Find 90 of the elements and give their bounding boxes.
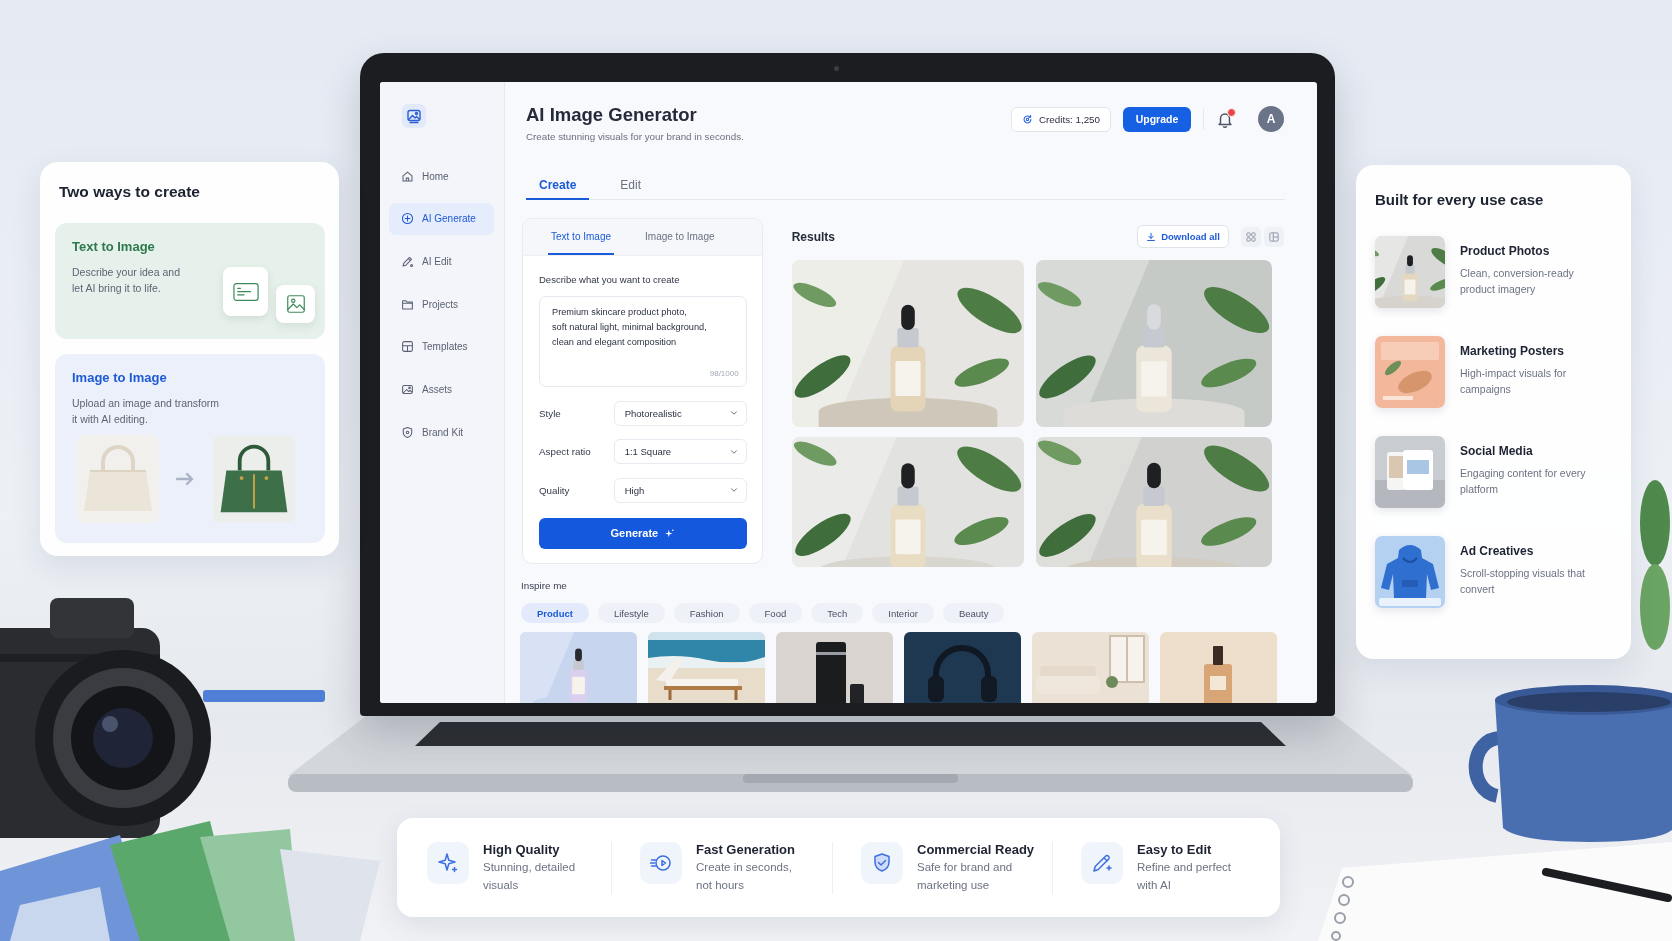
category-chip[interactable]: Lifestyle <box>597 603 665 623</box>
tab[interactable]: Image to Image <box>642 219 718 255</box>
feature-title: High Quality <box>483 841 561 858</box>
pencil-icon <box>401 254 414 268</box>
field-label: Quality <box>539 484 570 496</box>
feature-description: Refine and perfect with AI <box>1137 859 1232 893</box>
sparkle-icon <box>427 841 469 884</box>
sparkle-icon <box>664 527 676 539</box>
grid-icon <box>401 340 414 354</box>
bottle-photo[interactable] <box>791 260 1024 427</box>
bottle-photo[interactable] <box>1035 437 1272 567</box>
use-case-description: Scroll-stopping visuals that convert <box>1460 566 1586 597</box>
use-case-description: Engaging content for every platform <box>1460 466 1587 497</box>
shield-check-icon <box>861 841 903 884</box>
use-case-title: Product Photos <box>1460 244 1551 259</box>
devices-photo <box>1375 436 1445 508</box>
download-button[interactable]: Download all <box>1137 225 1229 248</box>
download-icon <box>1146 231 1157 242</box>
perfume-photo[interactable] <box>1160 632 1277 703</box>
use-case-description: Clean, conversion-ready product imagery <box>1460 266 1575 297</box>
feature-description: Safe for brand and marketing use <box>917 859 1014 893</box>
field-label: Aspect ratio <box>539 446 591 457</box>
page-subtitle: Create stunning visuals for your brand in seconds. <box>526 131 744 143</box>
sidebar-item[interactable]: Home <box>389 160 494 192</box>
field-label: Style <box>539 407 561 419</box>
category-chip[interactable]: Food <box>748 603 803 623</box>
sidebar-item[interactable]: AI Edit <box>389 245 494 278</box>
feature-title: Commercial Ready <box>917 841 1035 858</box>
prompt-label: Describe what you want to create <box>539 274 681 286</box>
home-icon <box>401 169 414 183</box>
plus-circle-icon <box>401 212 414 226</box>
sidebar-item[interactable]: Assets <box>389 373 494 406</box>
prompt-field[interactable]: Premium skincare product photo, soft natural light, minimal background, clean and elegant composition 98/1000 <box>539 296 747 387</box>
logo-icon[interactable] <box>402 104 426 128</box>
mode-title: Text to Image <box>72 239 156 255</box>
use-case-title: Marketing Posters <box>1460 344 1566 359</box>
chevron-icon <box>728 408 739 418</box>
category-chip[interactable]: Product <box>521 603 589 623</box>
feature-title: Fast Generation <box>696 841 796 858</box>
section-label: Inspire me <box>521 580 568 592</box>
webcam-icon <box>834 66 839 71</box>
category-chip[interactable]: Beauty <box>942 603 1005 623</box>
fast-clock-icon <box>640 841 682 884</box>
chevron-icon <box>728 485 739 495</box>
beach-photo[interactable] <box>648 632 765 703</box>
category-chip[interactable]: Interior <box>872 603 934 623</box>
feature-description: Create in seconds, not hours <box>696 859 793 893</box>
bottle-photo[interactable] <box>1035 260 1272 427</box>
dropdown[interactable]: 1:1 Square <box>613 439 747 464</box>
sidebar-item[interactable]: Templates <box>389 330 494 363</box>
tumbler-photo[interactable] <box>776 632 893 703</box>
credits-button[interactable]: Credits: 1,250 <box>1011 106 1111 132</box>
use-case-title: Social Media <box>1460 444 1534 459</box>
dropdown[interactable]: Photorealistic <box>613 400 747 426</box>
mode-description: Describe your idea and let AI bring it to life. <box>72 265 181 296</box>
card-title: Built for every use case <box>1375 190 1545 210</box>
sidebar-item[interactable]: AI Generate <box>389 202 494 235</box>
mode-title: Image to Image <box>72 370 168 386</box>
mode-description: Upload an image and transform it with AI editing. <box>72 396 221 427</box>
image-icon <box>276 285 315 323</box>
text-card-icon <box>223 267 268 316</box>
category-chip[interactable]: Fashion <box>673 603 740 623</box>
dropdown[interactable]: High <box>613 477 747 503</box>
sidebar-item[interactable]: Brand Kit <box>389 416 494 449</box>
use-case-description: High-impact visuals for campaigns <box>1460 366 1568 397</box>
sidebar-item[interactable]: Projects <box>389 288 494 321</box>
upgrade-button[interactable]: Upgrade <box>1123 106 1191 132</box>
feature-title: Easy to Edit <box>1137 841 1213 858</box>
character-count: 98/1000 <box>709 369 739 379</box>
poster-photo <box>1375 336 1445 408</box>
feature-description: Stunning, detailed visuals <box>483 859 577 893</box>
category-chip[interactable]: Tech <box>811 603 864 623</box>
bottle-photo[interactable] <box>791 437 1024 567</box>
bottle-photo <box>1375 236 1445 308</box>
credits-icon <box>1022 113 1033 125</box>
folder-icon <box>401 297 414 311</box>
results-title: Results <box>791 229 837 244</box>
tab[interactable]: Create <box>526 172 590 200</box>
page-title: AI Image Generator <box>526 104 698 126</box>
avatar[interactable]: A <box>1258 106 1284 132</box>
shield-icon <box>401 425 414 439</box>
tab[interactable]: Text to Image <box>548 219 615 255</box>
card-title: Two ways to create <box>59 182 201 202</box>
use-case-title: Ad Creatives <box>1460 544 1535 559</box>
image-icon <box>401 382 414 396</box>
generate-button[interactable]: Generate <box>539 517 747 549</box>
arrow-icon <box>176 471 196 487</box>
tab[interactable]: Edit <box>607 172 655 200</box>
hoodie-photo <box>1375 536 1445 608</box>
pencil-icon <box>1081 841 1123 884</box>
